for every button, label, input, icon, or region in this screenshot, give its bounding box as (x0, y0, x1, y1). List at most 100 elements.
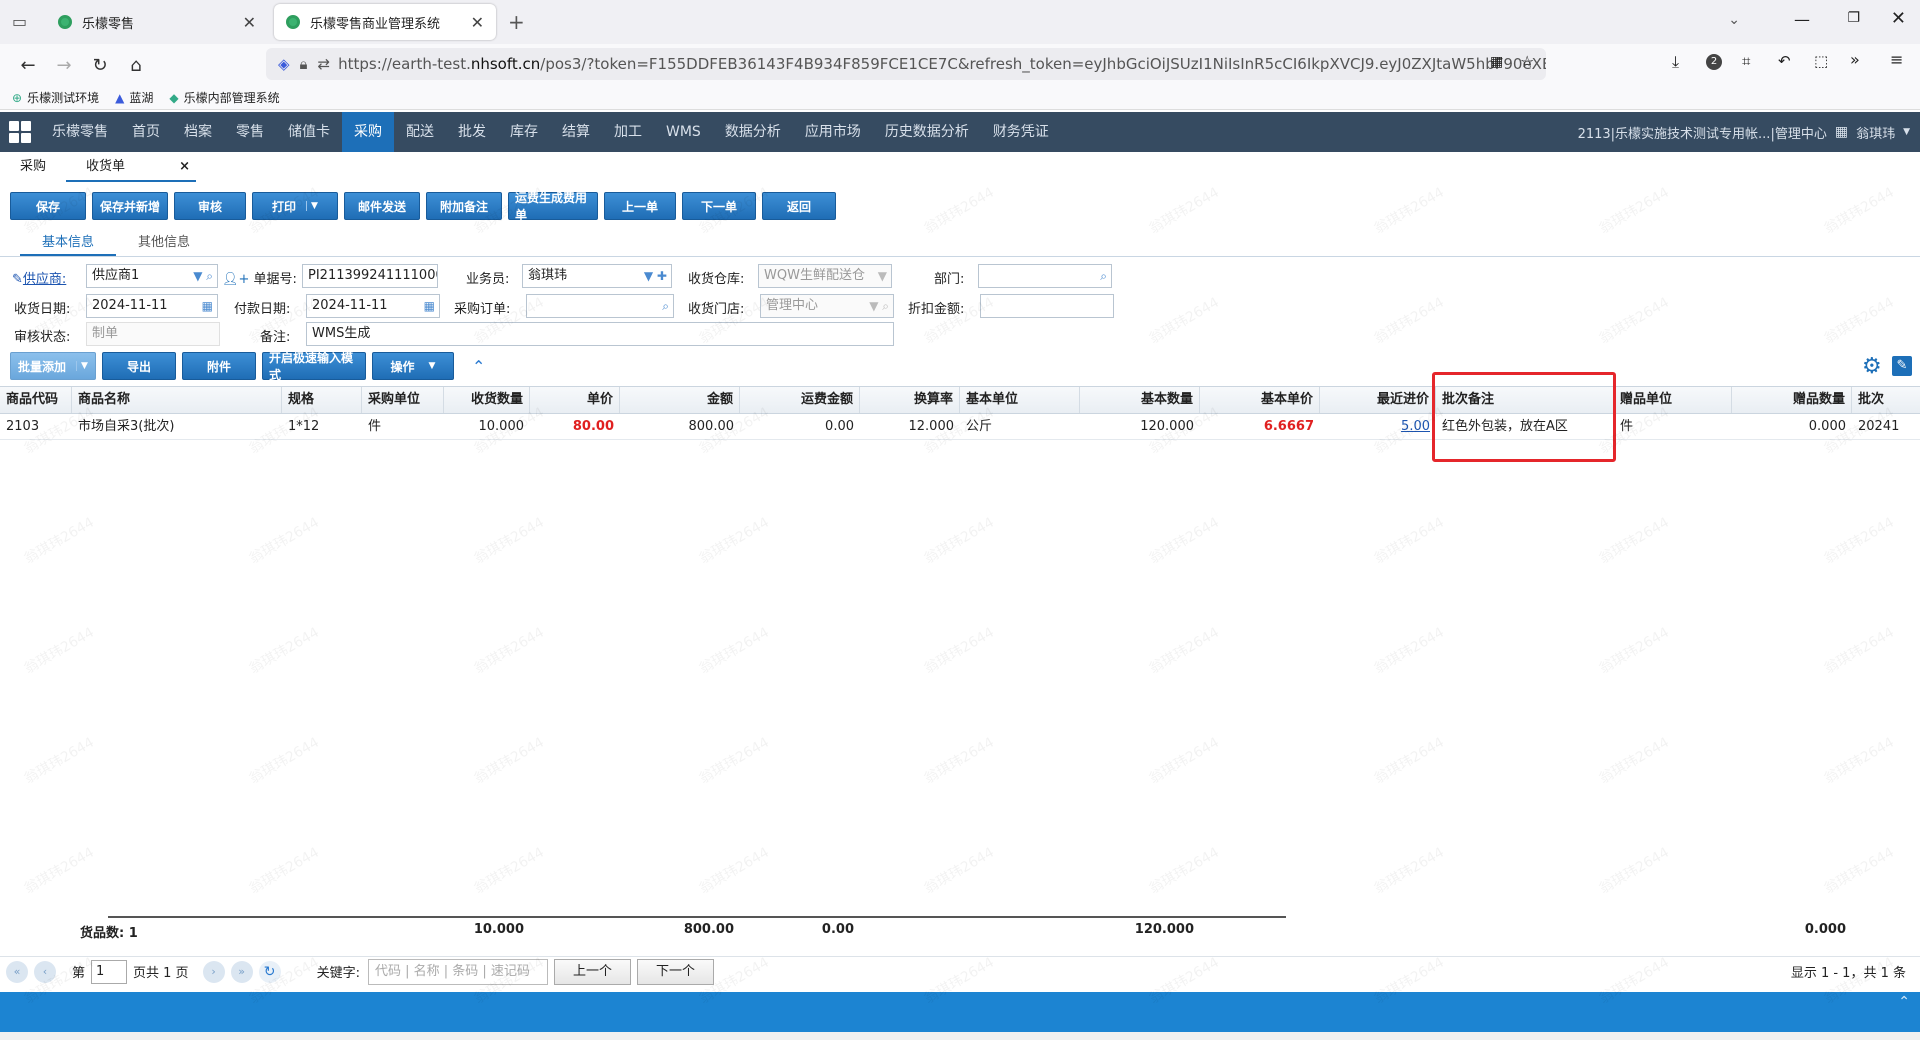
prev-doc-button[interactable]: 上一单 (604, 192, 676, 220)
supplier-field[interactable]: 供应商1 ▼ ⌕ (86, 264, 218, 288)
gear-icon[interactable]: ⚙ (1862, 354, 1882, 379)
col-base-qty[interactable]: 基本数量 (1080, 387, 1200, 413)
qr-icon[interactable]: ▦ (1490, 54, 1503, 70)
menu-item-finance[interactable]: 财务凭证 (981, 112, 1061, 152)
last-price-link[interactable]: 5.00 (1401, 419, 1430, 434)
menu-item-app-market[interactable]: 应用市场 (793, 112, 873, 152)
tab-other-info[interactable]: 其他信息 (116, 232, 212, 256)
col-name[interactable]: 商品名称 (72, 387, 282, 413)
menu-item-inventory[interactable]: 库存 (498, 112, 550, 152)
first-page-icon[interactable]: « (6, 960, 28, 983)
export-button[interactable]: 导出 (102, 352, 176, 380)
receive-date-field[interactable]: 2024-11-11 ▦ (86, 294, 218, 318)
col-gift-qty[interactable]: 赠品数量 (1732, 387, 1852, 413)
notification-badge[interactable]: 2 (1706, 54, 1722, 70)
menu-item-analytics[interactable]: 数据分析 (713, 112, 793, 152)
apps-grid-icon[interactable]: ▦ (1835, 124, 1848, 140)
col-unit[interactable]: 采购单位 (362, 387, 444, 413)
extensions-icon[interactable]: ⬚ (1814, 52, 1828, 70)
chevron-down-icon[interactable]: ▼ (1903, 127, 1910, 137)
menu-item-purchase[interactable]: 采购 (342, 112, 394, 152)
restore-icon[interactable]: ❐ (1847, 10, 1860, 26)
remark-field[interactable]: WMS生成 (306, 322, 894, 346)
bookmark-lanhu[interactable]: ▲ 蓝湖 (115, 89, 153, 106)
download-icon[interactable]: ⤓ (1672, 52, 1679, 72)
menu-item-retail[interactable]: 零售 (224, 112, 276, 152)
back-button[interactable]: 返回 (762, 192, 836, 220)
menu-item-delivery[interactable]: 配送 (394, 112, 446, 152)
discount-field[interactable] (980, 294, 1114, 318)
save-and-new-button[interactable]: 保存并新增 (92, 192, 168, 220)
app-grid-icon[interactable] (0, 112, 40, 152)
close-window-icon[interactable]: ✕ (1891, 8, 1906, 29)
url-bar[interactable]: ◈ 🔒︎ ⇄ https://earth-test. nhsoft.cn/pos3… (266, 48, 1546, 80)
dept-field[interactable]: ⌕ (978, 264, 1112, 288)
col-amount[interactable]: 金额 (620, 387, 740, 413)
menu-item-processing[interactable]: 加工 (602, 112, 654, 152)
reload-icon[interactable]: ↻ (82, 55, 118, 76)
chevron-down-icon[interactable]: ▼ (425, 361, 436, 371)
col-rate[interactable]: 换算率 (860, 387, 960, 413)
doc-no-field[interactable]: PI2113992411110001 (302, 264, 438, 288)
next-page-icon[interactable]: › (202, 960, 225, 983)
save-button[interactable]: 保存 (10, 192, 86, 220)
tab-receipt[interactable]: 收货单 × (66, 152, 197, 182)
undo-icon[interactable]: ↶ (1778, 52, 1791, 70)
menu-item-history[interactable]: 历史数据分析 (873, 112, 981, 152)
email-send-button[interactable]: 邮件发送 (344, 192, 420, 220)
freight-fee-button[interactable]: 运费生成费用单 (508, 191, 598, 222)
col-base-price[interactable]: 基本单价 (1200, 387, 1320, 413)
close-tab-icon[interactable]: ✕ (243, 13, 256, 32)
more-tools-icon[interactable]: » (1850, 50, 1860, 69)
search-icon[interactable]: ⌕ (1100, 265, 1107, 287)
minimize-icon[interactable]: — (1794, 10, 1810, 29)
pay-date-field[interactable]: 2024-11-11 ▦ (306, 294, 440, 318)
cell-last-price[interactable]: 5.00 (1320, 414, 1436, 439)
bookmark-star-icon[interactable]: ☆ (1520, 52, 1534, 71)
col-batch[interactable]: 批次 (1852, 387, 1900, 413)
menu-icon[interactable]: ≡ (1890, 50, 1903, 69)
chevron-down-icon[interactable]: ▼ (878, 265, 887, 287)
menu-item-wholesale[interactable]: 批发 (446, 112, 498, 152)
new-tab-icon[interactable]: + (508, 10, 525, 34)
add-remark-button[interactable]: 附加备注 (426, 192, 502, 220)
last-page-icon[interactable]: » (230, 960, 253, 983)
page-input[interactable]: 1 (91, 959, 128, 984)
col-price[interactable]: 单价 (530, 387, 620, 413)
menu-item-wms[interactable]: WMS (654, 112, 713, 152)
browser-tab-2[interactable]: 乐檬零售商业管理系统 ✕ (274, 4, 496, 40)
tab-basic-info[interactable]: 基本信息 (20, 232, 117, 256)
supplier-label[interactable]: ✎供应商: (12, 268, 66, 287)
search-icon[interactable]: ⌕ (662, 295, 669, 317)
operation-button[interactable]: 操作 ▼ (372, 352, 454, 380)
tab-purchase[interactable]: 采购 (0, 152, 66, 182)
tab-overflow-icon[interactable]: ⌄ (1728, 12, 1740, 28)
prev-page-icon[interactable]: ‹ (34, 960, 56, 983)
col-qty[interactable]: 收货数量 (444, 387, 530, 413)
menu-item-brand[interactable]: 乐檬零售 (40, 112, 120, 152)
chevron-down-icon[interactable]: ▼ (306, 201, 318, 211)
next-match-button[interactable]: 下一个 (636, 958, 714, 985)
col-base-unit[interactable]: 基本单位 (960, 387, 1080, 413)
warehouse-field[interactable]: WQW生鲜配送仓 ▼ (758, 264, 892, 288)
dropdown-search-icon[interactable]: ▼ ⌕ (193, 265, 213, 287)
attachment-button[interactable]: 附件 (182, 352, 256, 380)
back-icon[interactable]: ← (10, 55, 46, 76)
calendar-icon[interactable]: ▦ (424, 295, 435, 317)
col-code[interactable]: 商品代码 (0, 387, 72, 413)
scroll-top-icon[interactable]: ⌃ (1898, 994, 1910, 1010)
user-name[interactable]: 翁琪玮 (1856, 123, 1895, 142)
dropdown-search-icon[interactable]: ▼ ⌕ (869, 295, 889, 317)
close-icon[interactable]: × (179, 152, 190, 182)
batch-add-button[interactable]: 批量添加 ▼ (10, 352, 96, 380)
col-freight[interactable]: 运费金额 (740, 387, 860, 413)
edit-icon[interactable]: ✎ (1892, 356, 1912, 376)
crop-icon[interactable]: ⌗ (1742, 52, 1750, 70)
col-spec[interactable]: 规格 (282, 387, 362, 413)
store-field[interactable]: 管理中心 ▼ ⌕ (760, 294, 894, 318)
next-doc-button[interactable]: 下一单 (682, 192, 756, 220)
print-button[interactable]: 打印 ▼ (252, 192, 338, 220)
menu-item-archive[interactable]: 档案 (172, 112, 224, 152)
user-info[interactable]: 2113|乐檬实施技术测试专用帐...|管理中心 (1578, 123, 1827, 142)
refresh-icon[interactable]: ↻ (258, 960, 281, 983)
